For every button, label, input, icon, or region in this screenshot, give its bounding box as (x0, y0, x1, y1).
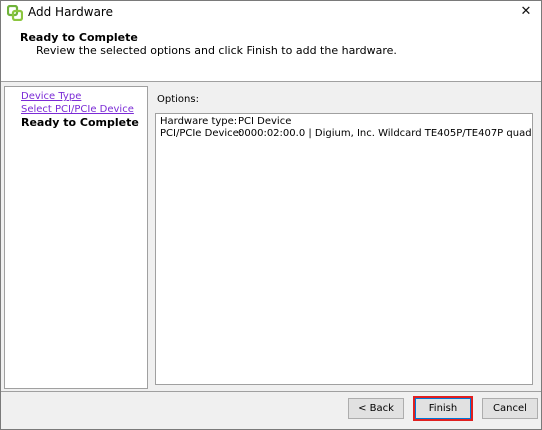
wizard-header: Ready to Complete Review the selected op… (1, 24, 541, 82)
vsphere-logo-icon (6, 4, 24, 22)
wizard-content: Device Type Select PCI/PCIe Device Ready… (1, 85, 541, 389)
add-hardware-dialog: Add Hardware ✕ Ready to Complete Review … (0, 0, 542, 430)
option-value: PCI Device (238, 116, 292, 127)
step-ready-to-complete: Ready to Complete (21, 116, 139, 129)
option-key: PCI/PCIe Device: (160, 128, 243, 139)
wizard-steps-nav: Device Type Select PCI/PCIe Device Ready… (4, 86, 148, 389)
option-key: Hardware type: (160, 116, 238, 127)
close-button[interactable]: ✕ (511, 1, 541, 24)
back-button[interactable]: < Back (348, 398, 404, 419)
cancel-button[interactable]: Cancel (482, 398, 538, 419)
options-summary-box[interactable]: Hardware type:PCI Device PCI/PCIe Device… (155, 113, 533, 385)
page-title: Ready to Complete (20, 31, 138, 44)
window-title: Add Hardware (28, 5, 113, 19)
title-bar: Add Hardware ✕ (1, 1, 541, 24)
footer-divider (1, 391, 541, 392)
option-row-hardware-type: Hardware type:PCI Device (160, 116, 291, 128)
options-label: Options: (157, 94, 199, 105)
page-subtitle: Review the selected options and click Fi… (36, 44, 397, 57)
option-row-pci-device: PCI/PCIe Device:0000:02:00.0 | Digium, I… (160, 128, 532, 140)
step-device-type[interactable]: Device Type (21, 91, 81, 103)
close-icon: ✕ (520, 4, 532, 19)
finish-button[interactable]: Finish (415, 398, 471, 419)
option-value: 0000:02:00.0 | Digium, Inc. Wildcard TE4… (238, 128, 532, 139)
step-select-pci-device[interactable]: Select PCI/PCIe Device (21, 104, 134, 116)
